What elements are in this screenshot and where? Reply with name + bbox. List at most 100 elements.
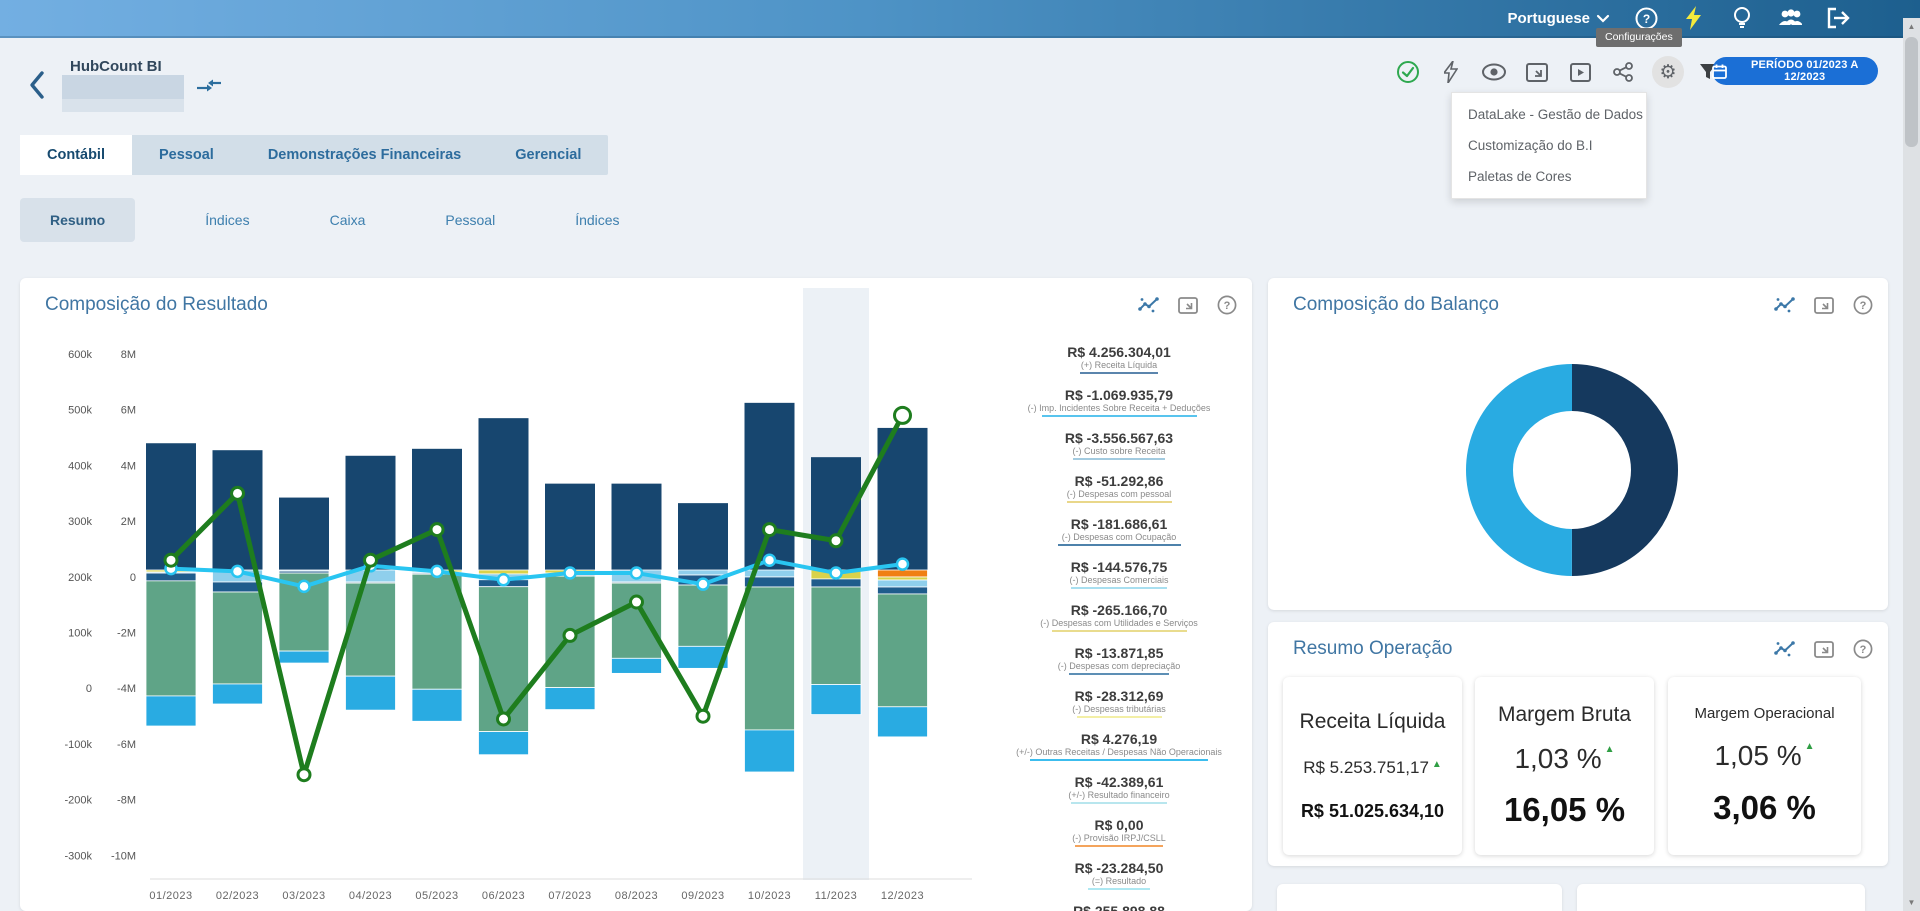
waterfall-label: (-) Imp. Incidentes Sobre Receita + Dedu… <box>990 403 1248 414</box>
svg-text:500k: 500k <box>68 405 92 417</box>
subtab-indices-1[interactable]: Índices <box>195 212 259 228</box>
svg-text:05/2023: 05/2023 <box>415 890 458 902</box>
waterfall-label: (-) Despesas com depreciação <box>990 661 1248 672</box>
waterfall-underline <box>1088 888 1150 890</box>
waterfall-value: R$ -23.284,50 <box>990 860 1248 876</box>
waterfall-underline <box>1069 673 1169 675</box>
waterfall-value: R$ -181.686,61 <box>990 516 1248 532</box>
composicao-resultado-chart[interactable]: 600k500k400k300k200k100k0-100k-200k-300k… <box>20 278 988 911</box>
waterfall-item-2[interactable]: R$ -3.556.567,63(-) Custo sobre Receita <box>990 430 1248 460</box>
card-composicao-resultado: Composição do Resultado ? 600k500k400k30… <box>20 278 1252 911</box>
svg-text:100k: 100k <box>68 628 92 640</box>
waterfall-item-1[interactable]: R$ -1.069.935,79(-) Imp. Incidentes Sobr… <box>990 387 1248 417</box>
waterfall-underline <box>1073 458 1165 460</box>
subtab-indices-2[interactable]: Índices <box>565 212 629 228</box>
collapse-arrows-icon[interactable] <box>196 76 222 94</box>
waterfall-item-11[interactable]: R$ 0,00(-) Provisão IRPJ/CSLL <box>990 817 1248 847</box>
lightning-icon[interactable] <box>1682 6 1706 30</box>
waterfall-underline <box>1080 372 1158 374</box>
presentation-icon[interactable] <box>1566 58 1594 86</box>
waterfall-label: (+) Receita Líquida <box>990 360 1248 371</box>
kpi-receita-liquida[interactable]: Receita Líquida R$ 5.253.751,17▲ R$ 51.0… <box>1283 677 1462 855</box>
scroll-down-arrow[interactable]: ▼ <box>1903 894 1920 911</box>
svg-text:2M: 2M <box>121 516 136 528</box>
subtab-resumo[interactable]: Resumo <box>20 198 135 242</box>
waterfall-item-13[interactable]: R$ 255.898,88(=) Resultado Acumulado <box>990 903 1248 911</box>
waterfall-item-12[interactable]: R$ -23.284,50(=) Resultado <box>990 860 1248 890</box>
waterfall-underline <box>1077 716 1162 718</box>
next-row-card <box>1577 884 1865 911</box>
subtab-caixa[interactable]: Caixa <box>320 212 376 228</box>
svg-text:300k: 300k <box>68 516 92 528</box>
gear-glyph: ⚙ <box>1659 63 1676 82</box>
tab-gerencial[interactable]: Gerencial <box>488 135 608 175</box>
kpi-margem-operacional[interactable]: Margem Operacional 1,05 %▲ 3,06 % <box>1668 677 1861 855</box>
waterfall-item-4[interactable]: R$ -181.686,61(-) Despesas com Ocupação <box>990 516 1248 546</box>
scrollbar-thumb[interactable] <box>1905 37 1918 147</box>
svg-text:12/2023: 12/2023 <box>881 890 924 902</box>
menu-item-customizacao[interactable]: Customização do B.I <box>1452 130 1646 161</box>
tab-contabil[interactable]: Contábil <box>20 135 132 175</box>
tab-demonstracoes-financeiras[interactable]: Demonstrações Financeiras <box>241 135 488 175</box>
expand-icon[interactable] <box>1813 638 1835 660</box>
svg-text:-4M: -4M <box>117 683 136 695</box>
svg-text:?: ? <box>1642 12 1649 26</box>
svg-text:-100k: -100k <box>64 739 92 751</box>
settings-gear-icon[interactable]: ⚙ <box>1652 56 1684 88</box>
back-button[interactable] <box>28 70 46 100</box>
insights-icon[interactable] <box>1138 294 1160 316</box>
help-icon[interactable]: ? <box>1216 294 1238 316</box>
language-selector[interactable]: Portuguese <box>1507 10 1610 27</box>
svg-text:-2M: -2M <box>117 628 136 640</box>
waterfall-underline <box>1071 587 1167 589</box>
period-button[interactable]: PERÍODO 01/2023 A 12/2023 <box>1712 57 1878 85</box>
report-actions: ⚙ 1 <box>1394 56 1726 88</box>
menu-item-datalake[interactable]: DataLake - Gestão de Dados <box>1452 99 1646 130</box>
waterfall-value: R$ -144.576,75 <box>990 559 1248 575</box>
scroll-up-arrow[interactable]: ▲ <box>1903 18 1920 35</box>
validated-check-icon[interactable] <box>1394 58 1422 86</box>
svg-text:8M: 8M <box>121 349 136 361</box>
waterfall-item-0[interactable]: R$ 4.256.304,01(+) Receita Líquida <box>990 344 1248 374</box>
waterfall-value: R$ -28.312,69 <box>990 688 1248 704</box>
svg-text:-8M: -8M <box>117 795 136 807</box>
fullscreen-icon[interactable] <box>1523 58 1551 86</box>
svg-text:-10M: -10M <box>111 850 136 862</box>
expand-icon[interactable] <box>1177 294 1199 316</box>
waterfall-value: R$ 255.898,88 <box>990 903 1248 911</box>
svg-text:02/2023: 02/2023 <box>216 890 259 902</box>
waterfall-value: R$ -51.292,86 <box>990 473 1248 489</box>
waterfall-item-8[interactable]: R$ -28.312,69(-) Despesas tributárias <box>990 688 1248 718</box>
waterfall-value: R$ 4.256.304,01 <box>990 344 1248 360</box>
help-icon[interactable]: ? <box>1852 638 1874 660</box>
svg-text:6M: 6M <box>121 405 136 417</box>
waterfall-item-7[interactable]: R$ -13.871,85(-) Despesas com depreciaçã… <box>990 645 1248 675</box>
kpi-margem-bruta[interactable]: Margem Bruta 1,03 %▲ 16,05 % <box>1475 677 1654 855</box>
logout-icon[interactable] <box>1826 6 1850 30</box>
menu-item-paletas[interactable]: Paletas de Cores <box>1452 161 1646 192</box>
page-scrollbar[interactable]: ▲ ▼ <box>1903 18 1920 911</box>
waterfall-label: (-) Despesas tributárias <box>990 704 1248 715</box>
insights-icon[interactable] <box>1774 638 1796 660</box>
svg-text:0: 0 <box>86 683 92 695</box>
help-circle-icon[interactable]: ? <box>1634 6 1658 30</box>
svg-text:07/2023: 07/2023 <box>548 890 591 902</box>
subtab-pessoal[interactable]: Pessoal <box>435 212 505 228</box>
waterfall-value: R$ -3.556.567,63 <box>990 430 1248 446</box>
tab-pessoal[interactable]: Pessoal <box>132 135 241 175</box>
refresh-lightning-icon[interactable] <box>1437 58 1465 86</box>
waterfall-underline <box>1071 802 1167 804</box>
waterfall-item-3[interactable]: R$ -51.292,86(-) Despesas com pessoal <box>990 473 1248 503</box>
svg-text:10/2023: 10/2023 <box>748 890 791 902</box>
company-placeholder[interactable] <box>62 75 184 99</box>
people-icon[interactable] <box>1778 6 1802 30</box>
lightbulb-icon[interactable] <box>1730 6 1754 30</box>
waterfall-item-9[interactable]: R$ 4.276,19(+/-) Outras Receitas / Despe… <box>990 731 1248 761</box>
waterfall-item-5[interactable]: R$ -144.576,75(-) Despesas Comerciais <box>990 559 1248 589</box>
waterfall-label: (-) Despesas com Utilidades e Serviços <box>990 618 1248 629</box>
composicao-balanco-donut[interactable] <box>1268 278 1888 610</box>
waterfall-item-6[interactable]: R$ -265.166,70(-) Despesas com Utilidade… <box>990 602 1248 632</box>
waterfall-item-10[interactable]: R$ -42.389,61(+/-) Resultado financeiro <box>990 774 1248 804</box>
share-icon[interactable] <box>1609 58 1637 86</box>
eye-icon[interactable] <box>1480 58 1508 86</box>
